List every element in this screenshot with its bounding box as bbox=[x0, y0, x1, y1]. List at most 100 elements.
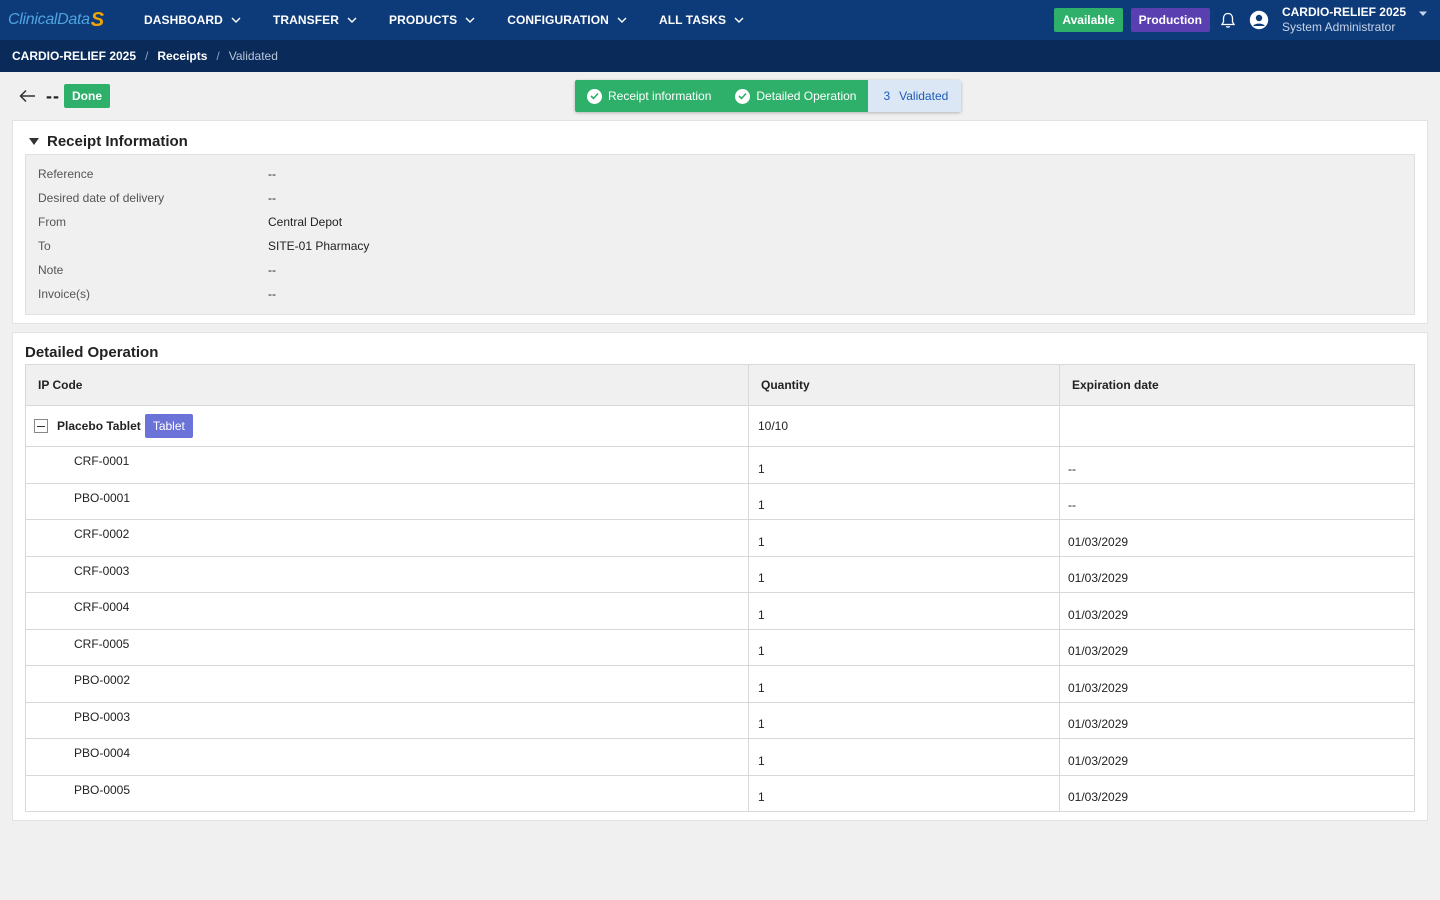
logo-mark: S bbox=[90, 8, 104, 31]
detailed-operation-table: IP Code Quantity Expiration date Placebo… bbox=[25, 364, 1415, 812]
step-label: Validated bbox=[899, 89, 949, 103]
user-avatar-icon[interactable] bbox=[1248, 9, 1270, 31]
quantity-cell: 1 bbox=[748, 482, 1060, 520]
breadcrumb-separator: / bbox=[216, 49, 220, 63]
ip-code-cell: PBO-0003 bbox=[25, 701, 749, 739]
user-role: System Administrator bbox=[1281, 20, 1396, 34]
top-nav-bar: ClinicalData S DASHBOARD TRANSFER PRODUCT… bbox=[0, 0, 1440, 40]
expiration-cell: 01/03/2029 bbox=[1059, 774, 1415, 812]
info-label: Desired date of delivery bbox=[38, 191, 165, 205]
group-ip-cell: Placebo Tablet Tablet bbox=[25, 405, 749, 447]
caret-down-icon[interactable] bbox=[1418, 6, 1428, 20]
section-title: Detailed Operation bbox=[25, 344, 159, 361]
nav-transfer-label: TRANSFER bbox=[272, 13, 340, 27]
header-right: Available Production CARDIO-RELIEF 2025 … bbox=[1054, 0, 1440, 40]
chevron-down-icon bbox=[347, 15, 357, 25]
ip-code-cell: CRF-0001 bbox=[25, 446, 749, 484]
expiration-cell: 01/03/2029 bbox=[1059, 555, 1415, 593]
table-row: PBO-0003 1 01/03/2029 bbox=[25, 701, 1415, 739]
table-row: CRF-0003 1 01/03/2029 bbox=[25, 555, 1415, 593]
receipt-information-header[interactable]: Receipt Information bbox=[13, 121, 1427, 154]
app-logo[interactable]: ClinicalData S bbox=[0, 0, 124, 40]
arrow-left-icon[interactable] bbox=[18, 86, 38, 106]
info-row-note: Note -- bbox=[26, 258, 1414, 282]
info-value: SITE-01 Pharmacy bbox=[268, 239, 370, 253]
info-row-from: From Central Depot bbox=[26, 210, 1414, 234]
info-row-desired-date: Desired date of delivery -- bbox=[26, 186, 1414, 210]
status-badge: Done bbox=[64, 84, 110, 108]
info-row-invoices: Invoice(s) -- bbox=[26, 282, 1414, 306]
environment-badge-production: Production bbox=[1130, 8, 1210, 32]
ip-type-badge: Tablet bbox=[144, 414, 193, 438]
quantity-cell: 1 bbox=[748, 592, 1060, 630]
breadcrumb-current: Validated bbox=[228, 49, 278, 63]
progress-stepper: Receipt information Detailed Operation 3… bbox=[575, 80, 962, 112]
nav-products-label: PRODUCTS bbox=[389, 13, 458, 27]
table-group-row: Placebo Tablet Tablet 10/10 bbox=[25, 405, 1415, 447]
breadcrumb-separator: / bbox=[145, 49, 149, 63]
expiration-cell: -- bbox=[1059, 482, 1415, 520]
triangle-down-icon[interactable] bbox=[29, 138, 39, 145]
ip-code-cell: PBO-0002 bbox=[25, 665, 749, 703]
expiration-cell: 01/03/2029 bbox=[1059, 628, 1415, 666]
chevron-down-icon bbox=[465, 15, 475, 25]
quantity-cell: 1 bbox=[748, 738, 1060, 776]
nav-all-tasks-label: ALL TASKS bbox=[658, 13, 727, 27]
table-row: CRF-0001 1 -- bbox=[25, 446, 1415, 484]
chevron-down-icon bbox=[617, 15, 627, 25]
info-value: Central Depot bbox=[268, 215, 343, 229]
expiration-cell: 01/03/2029 bbox=[1059, 592, 1415, 630]
nav-all-tasks[interactable]: ALL TASKS bbox=[639, 0, 756, 40]
nav-configuration-label: CONFIGURATION bbox=[507, 13, 609, 27]
nav-transfer[interactable]: TRANSFER bbox=[253, 0, 369, 40]
step-label: Detailed Operation bbox=[756, 89, 857, 103]
collapse-minus-icon[interactable] bbox=[34, 419, 48, 433]
user-study-name: CARDIO-RELIEF 2025 bbox=[1281, 5, 1406, 19]
ip-code-cell: PBO-0004 bbox=[25, 738, 749, 776]
quantity-cell: 1 bbox=[748, 555, 1060, 593]
step-label: Receipt information bbox=[608, 89, 712, 103]
nav-dashboard[interactable]: DASHBOARD bbox=[124, 0, 253, 40]
table-header-row: IP Code Quantity Expiration date bbox=[25, 364, 1415, 406]
quantity-cell: 1 bbox=[748, 774, 1060, 812]
group-expiration bbox=[1059, 405, 1415, 447]
main-nav: DASHBOARD TRANSFER PRODUCTS CONFIGURATIO… bbox=[124, 0, 756, 40]
step-receipt-information[interactable]: Receipt information bbox=[575, 80, 724, 112]
info-label: To bbox=[38, 239, 51, 253]
page-title: -- bbox=[46, 85, 60, 106]
info-label: From bbox=[38, 215, 66, 229]
table-row: PBO-0002 1 01/03/2029 bbox=[25, 665, 1415, 703]
section-title: Receipt Information bbox=[47, 133, 188, 150]
table-row: PBO-0005 1 01/03/2029 bbox=[25, 774, 1415, 812]
nav-products[interactable]: PRODUCTS bbox=[369, 0, 487, 40]
check-circle-icon bbox=[735, 88, 751, 104]
table-row: PBO-0001 1 -- bbox=[25, 482, 1415, 520]
breadcrumb-receipts[interactable]: Receipts bbox=[157, 49, 207, 63]
user-menu[interactable]: CARDIO-RELIEF 2025 System Administrator bbox=[1282, 5, 1406, 35]
column-header-expiration-date[interactable]: Expiration date bbox=[1059, 364, 1415, 406]
step-validated[interactable]: 3 Validated bbox=[868, 80, 962, 112]
detailed-operation-panel: Detailed Operation IP Code Quantity Expi… bbox=[12, 332, 1428, 821]
quantity-cell: 1 bbox=[748, 446, 1060, 484]
info-value: -- bbox=[268, 263, 276, 277]
table-row: PBO-0004 1 01/03/2029 bbox=[25, 738, 1415, 776]
status-badge-available: Available bbox=[1054, 8, 1123, 32]
info-row-to: To SITE-01 Pharmacy bbox=[26, 234, 1414, 258]
breadcrumb-study[interactable]: CARDIO-RELIEF 2025 bbox=[12, 49, 136, 63]
column-header-quantity[interactable]: Quantity bbox=[748, 364, 1060, 406]
group-cell: Placebo Tablet Tablet bbox=[34, 414, 748, 438]
receipt-information-panel: Receipt Information Reference -- Desired… bbox=[12, 120, 1428, 324]
step-detailed-operation[interactable]: Detailed Operation bbox=[723, 80, 869, 112]
nav-dashboard-label: DASHBOARD bbox=[144, 13, 223, 27]
info-label: Reference bbox=[38, 167, 94, 181]
info-value: -- bbox=[268, 287, 276, 301]
ip-code-cell: PBO-0005 bbox=[25, 774, 749, 812]
step-number: 3 bbox=[883, 89, 891, 103]
expiration-cell: 01/03/2029 bbox=[1059, 701, 1415, 739]
info-value: -- bbox=[268, 167, 276, 181]
nav-configuration[interactable]: CONFIGURATION bbox=[487, 0, 639, 40]
bell-icon[interactable] bbox=[1218, 10, 1238, 30]
quantity-cell: 1 bbox=[748, 665, 1060, 703]
column-header-ip-code[interactable]: IP Code bbox=[25, 364, 749, 406]
expiration-cell: 01/03/2029 bbox=[1059, 665, 1415, 703]
